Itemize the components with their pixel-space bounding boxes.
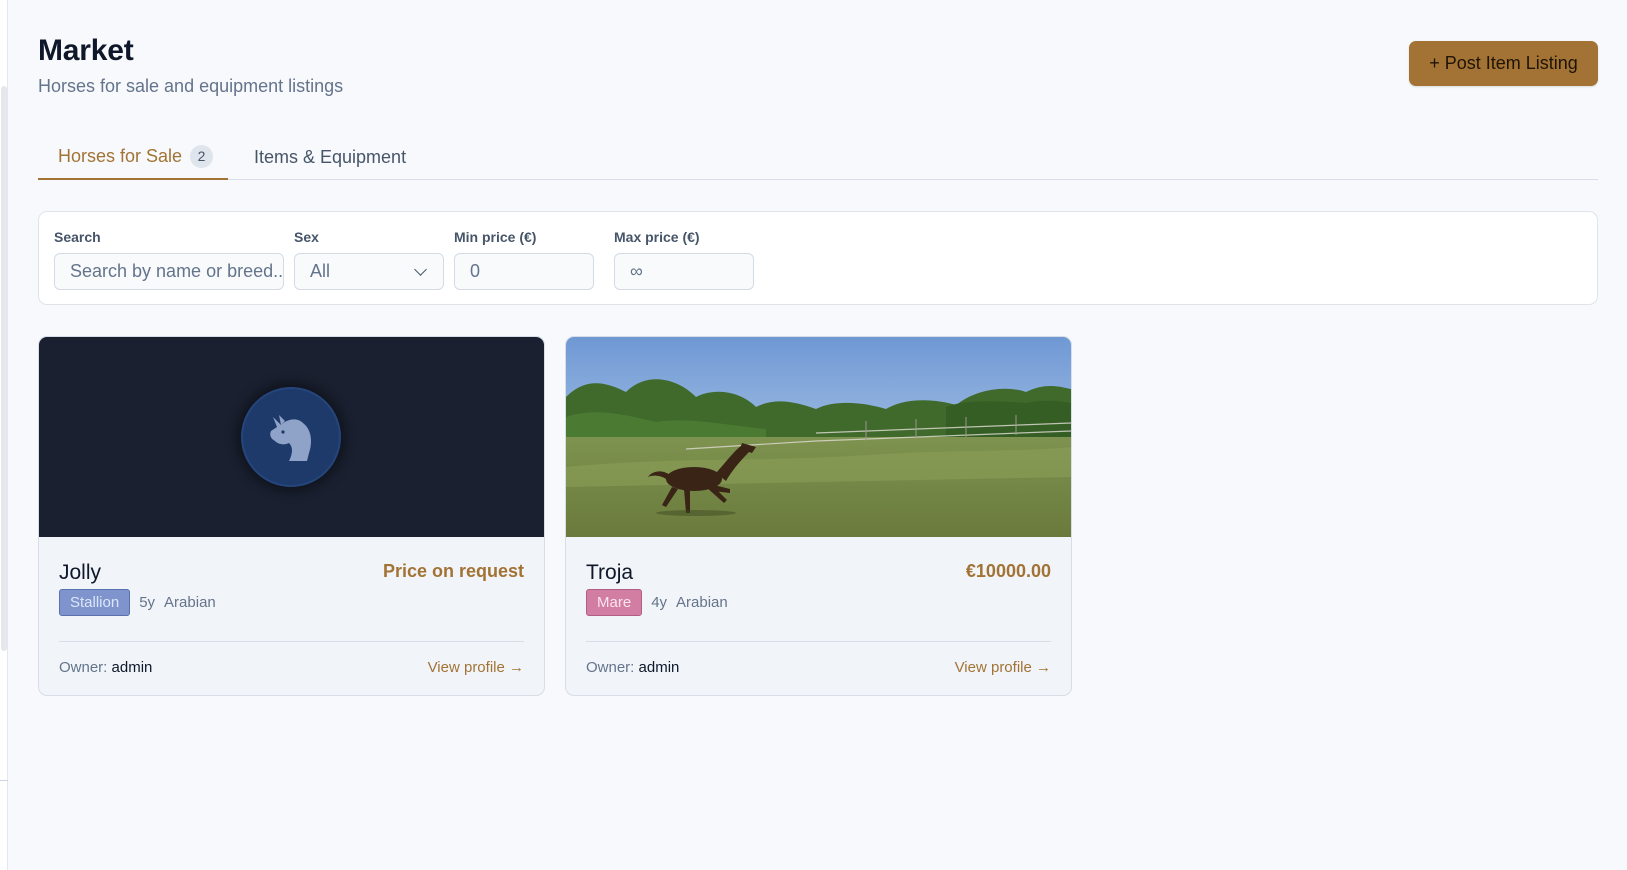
market-page: Market Horses for sale and equipment lis… [38, 0, 1598, 696]
horse-meta: Stallion 5y Arabian [59, 589, 216, 616]
horse-age: 4y [651, 594, 668, 611]
view-profile-link[interactable]: View profile → [955, 659, 1051, 676]
search-label: Search [54, 229, 101, 245]
left-rail-divider [0, 780, 8, 781]
horse-price: Price on request [382, 561, 524, 581]
tab-horses-for-sale[interactable]: Horses for Sale 2 [38, 134, 228, 180]
left-scrollbar-thumb[interactable] [1, 86, 7, 651]
page-title: Market [38, 34, 134, 67]
max-price-input[interactable] [614, 253, 754, 290]
owner-label: Owner: [59, 659, 108, 676]
min-price-label: Min price (€) [454, 229, 537, 245]
tab-items-equipment[interactable]: Items & Equipment [254, 134, 406, 180]
owner-info: Owner: admin [586, 659, 679, 676]
max-price-filter: Max price (€) [614, 229, 754, 290]
horse-age: 5y [139, 594, 156, 611]
post-item-listing-button[interactable]: + Post Item Listing [1409, 41, 1598, 86]
sex-label: Sex [294, 229, 319, 245]
max-price-label: Max price (€) [614, 229, 700, 245]
sex-badge: Stallion [59, 589, 131, 616]
search-filter: Search [54, 229, 284, 290]
market-tabs: Horses for Sale 2 Items & Equipment [38, 134, 1598, 180]
owner-name: admin [111, 659, 153, 676]
owner-label: Owner: [586, 659, 635, 676]
horse-name: Troja [586, 561, 634, 584]
count-badge: 2 [190, 144, 214, 168]
sex-select[interactable]: All [294, 253, 444, 290]
horse-price: €10000.00 [965, 561, 1051, 581]
view-profile-link[interactable]: View profile → [428, 659, 524, 676]
search-input[interactable] [54, 253, 284, 290]
sex-select-value: All [310, 261, 331, 281]
left-rail [0, 0, 8, 870]
horse-name: Jolly [59, 561, 102, 584]
page-header: Market Horses for sale and equipment lis… [38, 0, 1598, 112]
card-divider [59, 641, 524, 642]
listing-body: Troja €10000.00 Mare 4y Arabian Owner: a… [586, 537, 1051, 695]
min-price-filter: Min price (€) [454, 229, 594, 290]
horse-breed: Arabian [164, 594, 216, 611]
listing-body: Jolly Price on request Stallion 5y Arabi… [59, 537, 524, 695]
card-divider [586, 641, 1051, 642]
owner-name: admin [638, 659, 680, 676]
page-subtitle: Horses for sale and equipment listings [38, 76, 344, 96]
listing-card[interactable]: Troja €10000.00 Mare 4y Arabian Owner: a… [565, 336, 1072, 696]
tab-label: Items & Equipment [254, 146, 407, 167]
horse-photo [566, 337, 1071, 537]
horse-breed: Arabian [676, 594, 728, 611]
horse-head-icon [241, 387, 341, 487]
listing-image-placeholder [39, 337, 544, 537]
sex-filter: Sex All [294, 229, 444, 290]
sex-badge: Mare [586, 589, 643, 616]
tab-label: Horses for Sale [58, 145, 183, 166]
chevron-down-icon [414, 262, 427, 276]
filter-panel: Search Sex All Min price (€) Max price (… [38, 211, 1598, 305]
listing-card[interactable]: Jolly Price on request Stallion 5y Arabi… [38, 336, 545, 696]
owner-info: Owner: admin [59, 659, 152, 676]
horse-meta: Mare 4y Arabian [586, 589, 728, 616]
min-price-input[interactable] [454, 253, 594, 290]
